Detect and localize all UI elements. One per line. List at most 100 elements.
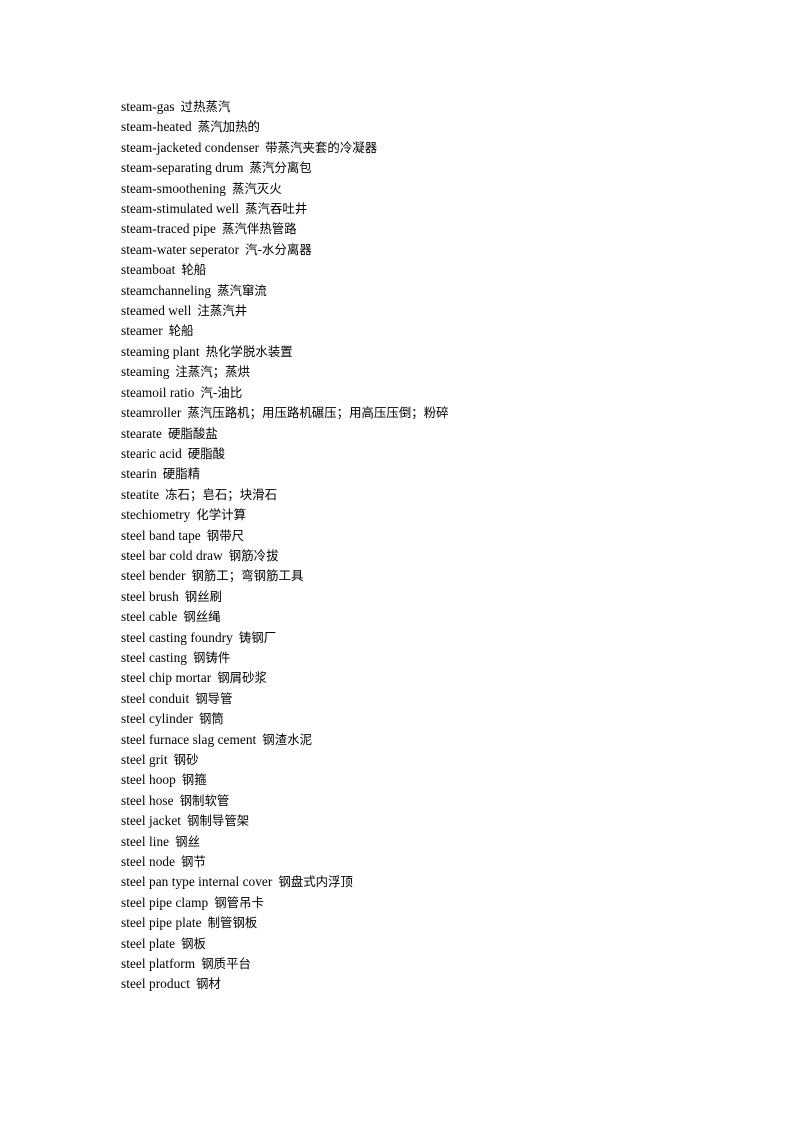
entry-definition: 蒸汽伴热管路 [222,221,297,237]
glossary-entry: steaming 注蒸汽；蒸烘 [121,362,754,382]
entry-term: steamed well [121,303,192,319]
entry-term: steam-gas [121,99,175,114]
document-page: steam-gas 过热蒸汽 steam-heated 蒸汽加热的 steam-jack… [0,0,794,1123]
glossary-entry: steel jacket 钢制导管架 [121,811,754,831]
glossary-entry: steamroller 蒸汽压路机；用压路机碾压；用高压压倒；粉碎 [121,403,754,423]
entry-term: steel brush [121,588,179,604]
entry-term: steaming plant [121,343,200,359]
entry-definition: 钢丝 [175,833,201,849]
entry-definition: 铸钢厂 [238,629,277,645]
entry-definition: 钢制导管架 [187,813,250,829]
glossary-entry: steel node 钢节 [121,852,754,872]
entry-definition: 过热蒸汽 [180,99,231,114]
entry-term: steam-stimulated well [121,201,240,217]
entry-definition: 钢节 [181,854,206,870]
glossary-entry: steam-traced pipe 蒸汽伴热管路 [121,219,754,239]
entry-definition: 硬脂精 [162,466,201,482]
glossary-entry: stearic acid 硬脂酸 [121,444,754,464]
glossary-entry: steel casting foundry 铸钢厂 [121,628,754,648]
entry-term: steel casting foundry [121,629,233,645]
entry-term: steel furnace slag cement [121,731,257,747]
entry-term: steel pipe plate [121,915,202,931]
entry-definition: 钢屑砂浆 [217,670,267,686]
entry-term: steel bar cold draw [121,547,223,563]
entry-definition: 钢筋工；弯钢筋工具 [191,568,304,584]
entry-term: steaming [121,364,170,380]
entry-definition: 蒸汽加热的 [197,119,260,135]
entry-term: steamchanneling [121,282,212,298]
glossary-entry: steatite 冻石；皂石；块滑石 [121,485,754,505]
entry-definition: 汽-油比 [200,384,243,400]
glossary-entry: steam-smoothening 蒸汽灭火 [121,179,754,199]
entry-term: steam-separating drum [121,160,244,176]
entry-definition: 钢管吊卡 [214,894,264,910]
entry-definition: 钢板 [181,935,206,951]
entry-definition: 蒸汽窜流 [217,282,267,298]
entry-term: steel product [121,976,190,992]
entry-term: steel grit [121,752,168,767]
glossary-entry: steamboat 轮船 [121,260,754,280]
entry-term: steel platform [121,956,196,972]
glossary-entry: steam-separating drum 蒸汽分离包 [121,158,754,178]
entry-term: stearin [121,466,157,482]
entry-definition: 注蒸汽井 [197,303,248,319]
glossary-entry: steel furnace slag cement 钢渣水泥 [121,730,754,750]
entry-definition: 钢制软管 [179,792,230,808]
glossary-entry: steel pan type internal cover 钢盘式内浮顶 [121,872,754,892]
entry-term: steam-smoothening [121,180,226,196]
entry-definition: 制管钢板 [207,915,258,931]
entry-definition: 钢质平台 [201,956,251,972]
entry-term: steam-jacketed condenser [121,139,260,155]
entry-definition: 钢渣水泥 [262,731,313,747]
glossary-entry: steel grit 钢砂 [121,750,754,770]
glossary-entry: steel platform 钢质平台 [121,954,754,974]
entry-term: stechiometry [121,507,191,523]
entry-term: steamroller [121,405,182,421]
entry-definition: 钢箍 [181,772,207,788]
entry-term: steam-heated [121,119,192,135]
entry-definition: 硬脂酸盐 [168,425,218,441]
entry-term: steel pipe clamp [121,894,209,910]
glossary-entry: stearate 硬脂酸盐 [121,424,754,444]
entry-term: stearate [121,425,162,441]
glossary-entry: steel product 钢材 [121,974,754,994]
entry-term: steel cable [121,609,178,625]
entry-term: steel chip mortar [121,670,212,686]
entry-term: steamboat [121,262,176,278]
entry-definition: 注蒸汽；蒸烘 [175,364,251,380]
glossary-entry: steel hose 钢制软管 [121,791,754,811]
entry-term: steel band tape [121,527,201,543]
entry-definition: 带蒸汽夹套的冷凝器 [265,139,378,155]
glossary-entry: steel casting 钢铸件 [121,648,754,668]
entry-definition: 钢导管 [195,690,233,706]
entry-term: steel plate [121,935,176,951]
glossary-entry: steam-jacketed condenser 带蒸汽夹套的冷凝器 [121,138,754,158]
glossary-entry: steaming plant 热化学脱水装置 [121,342,754,362]
entry-definition: 钢砂 [173,752,199,767]
glossary-entry: steamoil ratio 汽-油比 [121,383,754,403]
glossary-entry: steel band tape 钢带尺 [121,526,754,546]
entry-term: steel line [121,833,170,849]
entry-definition: 蒸汽压路机；用压路机碾压；用高压压倒；粉碎 [187,405,449,421]
entry-definition: 钢筒 [198,711,224,727]
glossary-entry: steel line 钢丝 [121,832,754,852]
glossary-entry: steel hoop 钢箍 [121,770,754,790]
entry-definition: 钢筋冷拔 [228,547,279,563]
glossary-entry: steam-stimulated well 蒸汽吞吐井 [121,199,754,219]
entry-definition: 钢材 [195,976,221,992]
glossary-entry: stechiometry 化学计算 [121,505,754,525]
entry-term: steel jacket [121,813,182,829]
entry-term: steam-traced pipe [121,221,216,237]
glossary-entry: steel chip mortar 钢屑砂浆 [121,668,754,688]
entry-definition: 钢盘式内浮顶 [278,874,354,890]
entry-definition: 硬脂酸 [187,445,226,461]
entry-definition: 蒸汽分离包 [249,160,312,176]
entry-term: steel hose [121,792,174,808]
glossary-entry: steamed well 注蒸汽井 [121,301,754,321]
entry-term: steel hoop [121,772,176,788]
entry-term: steam-water seperator [121,241,240,257]
entry-definition: 蒸汽灭火 [232,180,282,196]
entry-definition: 钢带尺 [206,527,245,543]
glossary-entry: steel cylinder 钢筒 [121,709,754,729]
glossary-entry: steel pipe plate 制管钢板 [121,913,754,933]
